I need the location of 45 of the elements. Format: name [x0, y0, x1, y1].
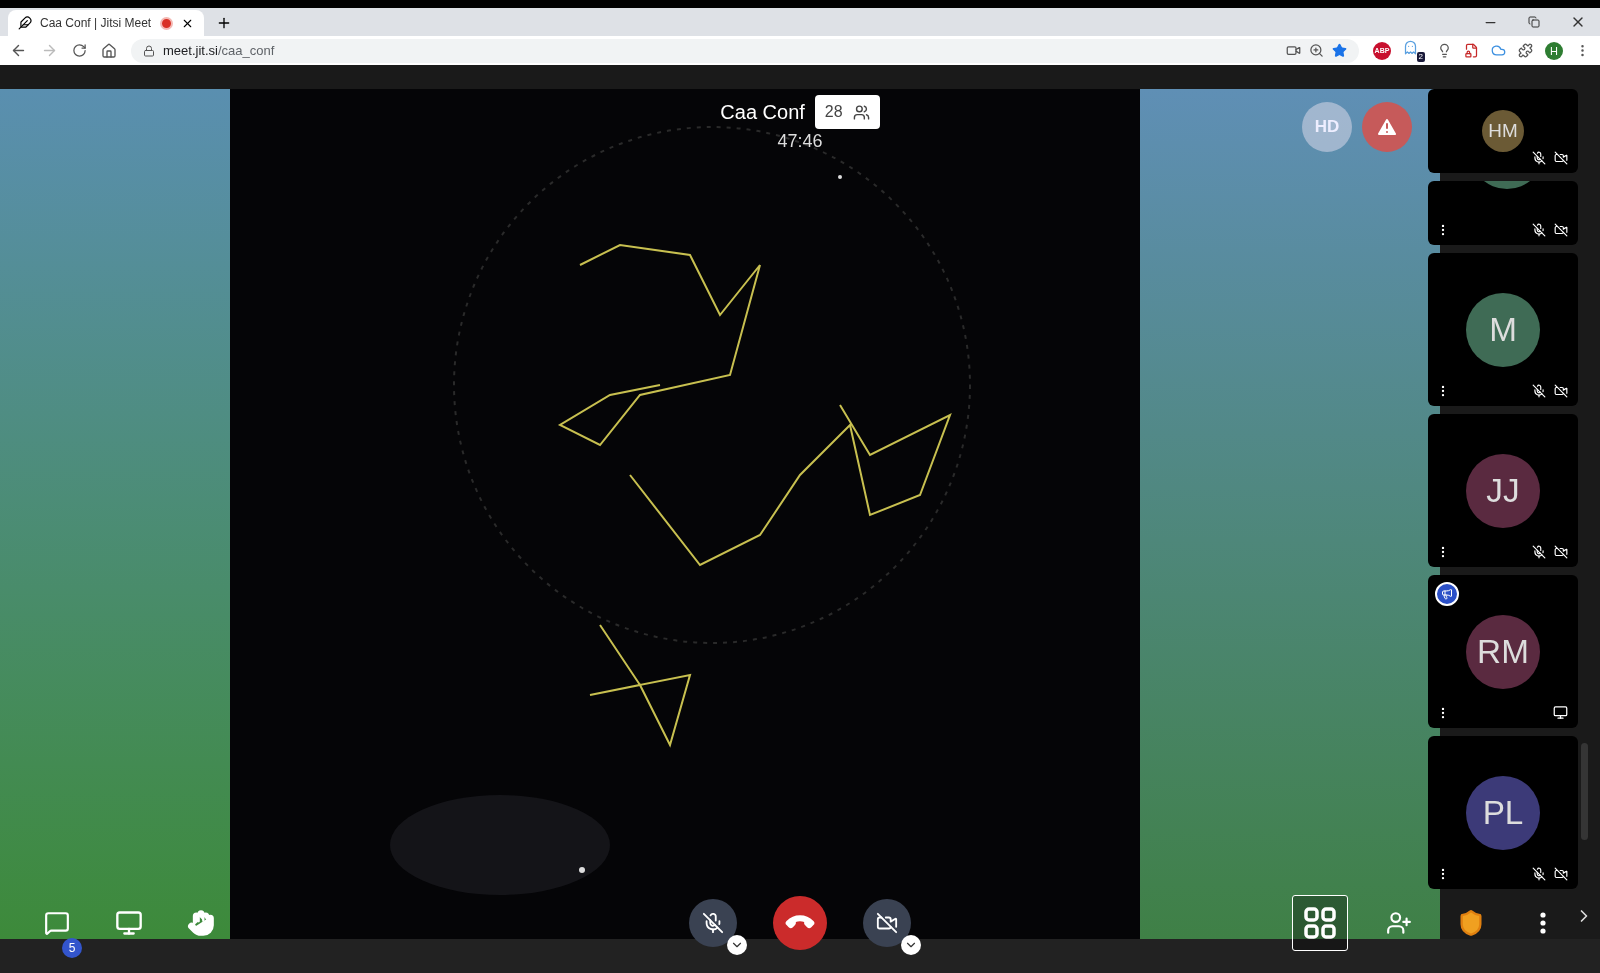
tile-view-button[interactable] — [1292, 895, 1348, 951]
feather-icon — [18, 16, 32, 30]
participant-avatar: RM — [1466, 614, 1540, 689]
browser-tab[interactable]: Caa Conf | Jitsi Meet — [8, 10, 204, 36]
participant-avatar: JJ — [1466, 453, 1540, 528]
participant-tile[interactable]: RM — [1428, 575, 1578, 728]
participant-tile[interactable]: HM — [1428, 89, 1578, 173]
user-plus-icon — [1386, 910, 1412, 936]
extension-button[interactable]: 2 — [1403, 39, 1425, 62]
hand-icon — [187, 909, 215, 937]
participant-tile[interactable] — [1428, 181, 1578, 245]
scrollbar[interactable] — [1581, 743, 1588, 840]
zoom-icon[interactable] — [1309, 43, 1324, 58]
more-icon — [1540, 912, 1546, 934]
participant-avatar: PL — [1466, 775, 1540, 850]
conference-title: Caa Conf — [720, 100, 805, 124]
puzzle-icon[interactable] — [1518, 43, 1533, 58]
cloud-icon[interactable] — [1491, 43, 1506, 58]
meeting-timer: 47:46 — [777, 131, 823, 152]
monitor-icon — [115, 909, 143, 937]
camera-off-icon — [876, 912, 898, 934]
url-text: meet.jit.si/caa_conf — [163, 43, 275, 58]
new-tab-icon[interactable] — [216, 15, 232, 31]
home-icon[interactable] — [101, 42, 117, 59]
address-bar[interactable]: meet.jit.si/caa_conf — [131, 38, 1359, 63]
restore-icon[interactable] — [1528, 16, 1540, 28]
participant-count[interactable]: 28 — [814, 95, 880, 129]
back-icon[interactable] — [10, 42, 27, 59]
star-icon[interactable] — [1332, 43, 1347, 58]
file-lock-icon[interactable] — [1464, 43, 1479, 58]
mic-muted-icon — [702, 912, 724, 934]
profile-avatar[interactable]: H — [1545, 41, 1563, 60]
chat-icon — [44, 910, 70, 936]
participant-tile[interactable]: JJ — [1428, 414, 1578, 567]
participant-tile[interactable]: M — [1428, 253, 1578, 406]
grid-icon — [1303, 906, 1337, 940]
tab-title: Caa Conf | Jitsi Meet — [40, 16, 152, 30]
users-icon — [852, 103, 870, 121]
lock-icon — [143, 44, 155, 57]
participant-avatar: M — [1466, 292, 1540, 367]
lightbulb-icon[interactable] — [1437, 43, 1452, 58]
participant-tile[interactable]: PL — [1428, 736, 1578, 889]
reload-icon[interactable] — [72, 43, 87, 58]
camera-icon[interactable] — [1286, 43, 1301, 58]
participant-avatar: HM — [1482, 110, 1524, 152]
